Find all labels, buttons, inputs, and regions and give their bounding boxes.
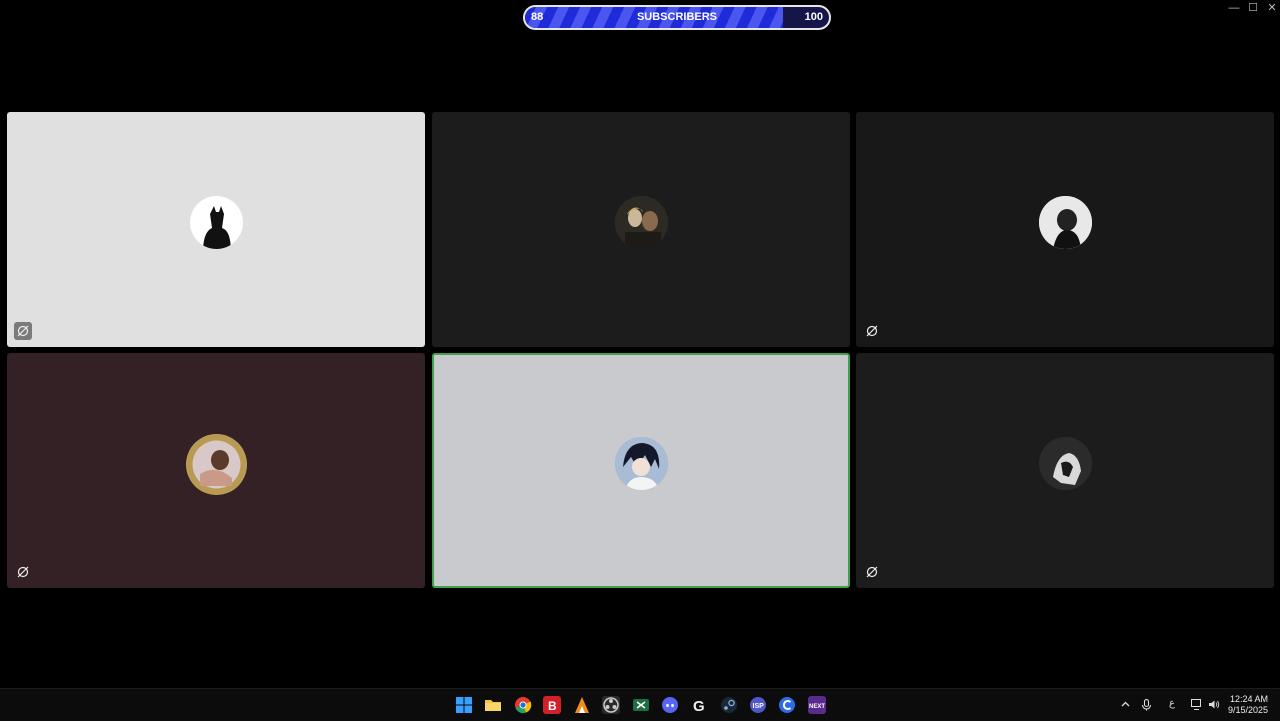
clock-time: 12:24 AM <box>1229 694 1268 704</box>
maximize-button[interactable]: ☐ <box>1243 1 1263 15</box>
avatar <box>190 195 243 249</box>
avatar <box>1039 436 1092 490</box>
obs-icon[interactable] <box>602 696 620 714</box>
silhouette-avatar-icon <box>1039 195 1092 249</box>
camera-off-icon <box>14 563 32 581</box>
batman-avatar-icon <box>203 205 231 249</box>
isp-icon[interactable]: ISP <box>749 696 767 714</box>
chrome-icon[interactable] <box>514 696 532 714</box>
app-g-icon[interactable]: G <box>690 696 708 715</box>
close-button[interactable]: ✕ <box>1262 1 1280 15</box>
discord-icon[interactable] <box>661 696 679 714</box>
participant-tile-6[interactable] <box>856 353 1274 588</box>
app-c-icon[interactable] <box>778 696 796 714</box>
app-red-icon[interactable]: B <box>543 696 561 714</box>
svg-text:NEXT: NEXT <box>809 704 825 710</box>
avatar <box>1039 195 1092 249</box>
avatar <box>615 195 668 249</box>
avatar <box>186 433 247 495</box>
minimize-button[interactable]: — <box>1224 1 1244 15</box>
steam-icon[interactable] <box>720 696 738 714</box>
language-indicator[interactable]: ع <box>1169 698 1175 709</box>
svg-text:B: B <box>548 699 557 713</box>
anime-avatar-icon <box>615 436 668 490</box>
participant-tile-1[interactable] <box>7 112 425 347</box>
network-icon[interactable] <box>1191 699 1203 713</box>
file-explorer-icon[interactable] <box>484 696 502 714</box>
next-icon[interactable]: NEXT <box>808 696 826 714</box>
progress-label: SUBSCRIBERS <box>636 11 718 23</box>
participant-tile-3[interactable] <box>856 112 1274 347</box>
laurel-avatar-icon <box>186 434 247 494</box>
start-icon[interactable] <box>455 696 473 714</box>
portrait-avatar-icon <box>615 195 668 249</box>
avatar <box>615 436 668 490</box>
camera-off-icon <box>14 322 32 340</box>
svg-text:ISP: ISP <box>753 703 765 710</box>
camera-off-icon <box>863 322 881 340</box>
participant-tile-2[interactable] <box>432 112 850 347</box>
camera-off-icon <box>863 563 881 581</box>
svg-text:G: G <box>693 698 705 714</box>
volume-icon[interactable] <box>1208 699 1220 713</box>
chevron-up-icon[interactable] <box>1120 699 1131 713</box>
taskbar: B G ISP NEXT ع 12:24 AM 9/15/2025 <box>0 688 1280 721</box>
excel-icon[interactable] <box>632 696 650 714</box>
clock[interactable]: 12:24 AM 9/15/2025 <box>1228 694 1268 716</box>
app-orange-icon[interactable] <box>573 696 591 714</box>
participant-tile-5[interactable] <box>432 353 850 588</box>
progress-end: 100 <box>804 11 823 23</box>
microphone-icon[interactable] <box>1141 698 1152 714</box>
participant-tile-4[interactable] <box>7 353 425 588</box>
dark-figure-avatar-icon <box>1039 436 1092 490</box>
subscriber-progress-bar: 88 SUBSCRIBERS 100 <box>523 5 831 30</box>
clock-date: 9/15/2025 <box>1227 705 1268 715</box>
